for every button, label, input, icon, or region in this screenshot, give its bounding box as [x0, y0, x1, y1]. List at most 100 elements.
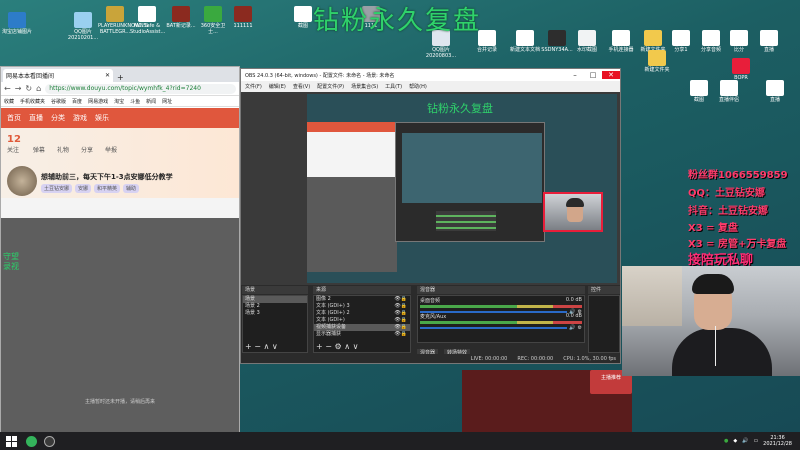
desktop-icon[interactable]: 111111 [226, 6, 260, 29]
bookmark-item[interactable]: 网址 [162, 98, 172, 105]
desktop-icon[interactable]: 水印截图 [570, 30, 604, 53]
clock[interactable]: 21:36 2021/12/28 [763, 435, 792, 447]
browser-tab[interactable]: 网易本本看回播间 ✕ [3, 69, 113, 82]
audio-channel: 麦克风/Aux 0.0 dB 🔊 ⚙ [420, 313, 582, 331]
tag[interactable]: 和平精英 [94, 184, 121, 193]
stat-item[interactable]: 弹幕 [33, 134, 45, 154]
taskbar-app-360[interactable] [22, 432, 40, 450]
gear-icon[interactable]: ⚙ [578, 325, 582, 331]
stat-item[interactable]: 礼物 [57, 134, 69, 154]
menu-item[interactable]: 文件(F) [245, 83, 262, 90]
tag[interactable]: 安娜 [75, 184, 92, 193]
desktop-icon[interactable]: 手机连接器 [604, 30, 638, 53]
address-bar[interactable]: https://www.douyu.com/topic/wymhfk_4?rid… [45, 83, 236, 94]
file-icon [702, 30, 720, 46]
audio-channel: 桌面音频 0.0 dB 🔊 ⚙ [420, 297, 582, 315]
scene-controls[interactable]: + − ∧ ∨ [245, 342, 278, 351]
menu-item[interactable]: 编辑(E) [269, 83, 286, 90]
eye-icon[interactable]: 👁🔒 [394, 324, 407, 331]
preview-canvas[interactable]: 钻粉永久复盘 [307, 94, 617, 283]
desktop-icon[interactable]: BOPR [724, 58, 758, 81]
source-item[interactable]: 文本 (GDI+) 2 👁🔒 [314, 310, 410, 317]
bookmarks-bar: 收藏 手机收藏夹 谷歌版 百度 网易游戏 淘宝 斗鱼 新闻 网址 [1, 96, 239, 107]
menu-item[interactable]: 场景集合(S) [351, 83, 378, 90]
menu-item[interactable]: 帮助(H) [409, 83, 427, 90]
stat-item[interactable]: 12 关注 [7, 134, 21, 154]
volume-meter [420, 305, 582, 308]
tray-icon[interactable]: ◆ [733, 438, 737, 444]
desktop-icon[interactable]: 比分 [722, 30, 756, 53]
file-icon [74, 12, 92, 28]
obs-preview[interactable]: 钻粉永久复盘 [241, 92, 620, 285]
desktop-icon[interactable]: 新建文本文档 [508, 30, 542, 53]
close-icon[interactable]: ✕ [602, 71, 620, 79]
tab-title: 网易本本看回播间 [6, 73, 55, 80]
tray-icon[interactable]: ● [724, 438, 728, 444]
nav-item[interactable]: 首页 [7, 113, 21, 123]
desktop-icon[interactable]: 淘宝店铺图片 [0, 12, 34, 35]
new-tab-button[interactable]: + [113, 73, 128, 82]
scene-item[interactable]: 场景 3 [243, 310, 307, 317]
eye-icon[interactable]: 👁🔒 [394, 317, 407, 324]
stat-item[interactable]: 分享 [81, 134, 93, 154]
desktop-icon[interactable]: 直播 [752, 30, 786, 53]
bookmark-item[interactable]: 谷歌版 [51, 98, 66, 105]
close-icon[interactable]: ✕ [105, 72, 110, 79]
speaker-icon[interactable]: 🔊 [742, 438, 748, 444]
taskbar-app-obs[interactable] [40, 432, 58, 450]
desktop-icon[interactable]: MC Safe & StudioAssist... [130, 6, 165, 35]
network-icon[interactable]: ▭ [753, 438, 758, 444]
minimize-icon[interactable]: – [566, 71, 584, 79]
speaker-icon[interactable]: 🔊 [569, 325, 575, 331]
menu-item[interactable]: 工具(T) [385, 83, 402, 90]
menu-item[interactable]: 配置文件(P) [317, 83, 344, 90]
desktop-icon[interactable]: PLAYERUNKNOWN'S BATTLEGR... [98, 6, 148, 35]
scene-item[interactable]: 场景 [243, 296, 307, 303]
desktop-icon[interactable]: 新建文件夹 [640, 50, 674, 73]
eye-icon[interactable]: 👁🔒 [394, 296, 407, 303]
file-icon [138, 6, 156, 22]
bookmark-item[interactable]: 淘宝 [114, 98, 124, 105]
tag[interactable]: 土豆钻安娜 [41, 184, 73, 193]
nav-item[interactable]: 娱乐 [95, 113, 109, 123]
nav-item[interactable]: 游戏 [73, 113, 87, 123]
reload-icon[interactable]: ↻ [25, 84, 32, 93]
bookmark-item[interactable]: 斗鱼 [130, 98, 140, 105]
source-item[interactable]: 文本 (GDI+) 3 👁🔒 [314, 303, 410, 310]
desktop-icon[interactable]: QQ图片20210201... [66, 12, 100, 41]
desktop-icon[interactable]: SSDNY34A... [540, 30, 574, 53]
nav-item[interactable]: 直播 [29, 113, 43, 123]
back-icon[interactable]: ← [4, 84, 11, 93]
start-button[interactable] [0, 432, 22, 450]
bookmark-item[interactable]: 网易游戏 [88, 98, 108, 105]
desktop-icon[interactable]: 360安全卫士... [196, 6, 230, 35]
eye-icon[interactable]: 👁🔒 [394, 303, 407, 310]
bookmark-item[interactable]: 新闻 [146, 98, 156, 105]
source-controls[interactable]: + − ⚙ ∧ ∨ [316, 342, 358, 351]
home-icon[interactable]: ⌂ [36, 84, 41, 93]
file-icon [106, 6, 124, 22]
desktop-icon[interactable]: 直播 [758, 80, 792, 103]
eye-icon[interactable]: 👁🔒 [394, 310, 407, 317]
menu-item[interactable]: 查看(V) [293, 83, 310, 90]
desktop-icon[interactable]: 截图 [682, 80, 716, 103]
tag[interactable]: 辅助 [123, 184, 140, 193]
bookmark-item[interactable]: 百度 [72, 98, 82, 105]
source-item[interactable]: 图像 2 👁🔒 [314, 296, 410, 303]
bookmark-item[interactable]: 收藏 [4, 98, 14, 105]
stat-item[interactable]: 举报 [105, 134, 117, 154]
eye-icon[interactable]: 👁🔒 [394, 331, 407, 338]
source-item[interactable]: 视频捕获设备 👁🔒 [314, 324, 410, 331]
forward-icon[interactable]: → [15, 84, 22, 93]
file-icon [720, 80, 738, 96]
desktop-icon[interactable]: BAT新记录... [164, 6, 198, 29]
source-item[interactable]: 显示器捕获 👁🔒 [314, 331, 410, 338]
bookmark-item[interactable]: 手机收藏夹 [20, 98, 45, 105]
desktop-icon[interactable]: 直播伴侣 [712, 80, 746, 103]
volume-slider[interactable] [420, 327, 568, 329]
scene-item[interactable]: 场景 2 [243, 303, 307, 310]
source-item[interactable]: 文本 (GDI+) 👁🔒 [314, 317, 410, 324]
maximize-icon[interactable]: □ [584, 71, 602, 79]
nav-item[interactable]: 分类 [51, 113, 65, 123]
avatar[interactable] [7, 166, 37, 196]
